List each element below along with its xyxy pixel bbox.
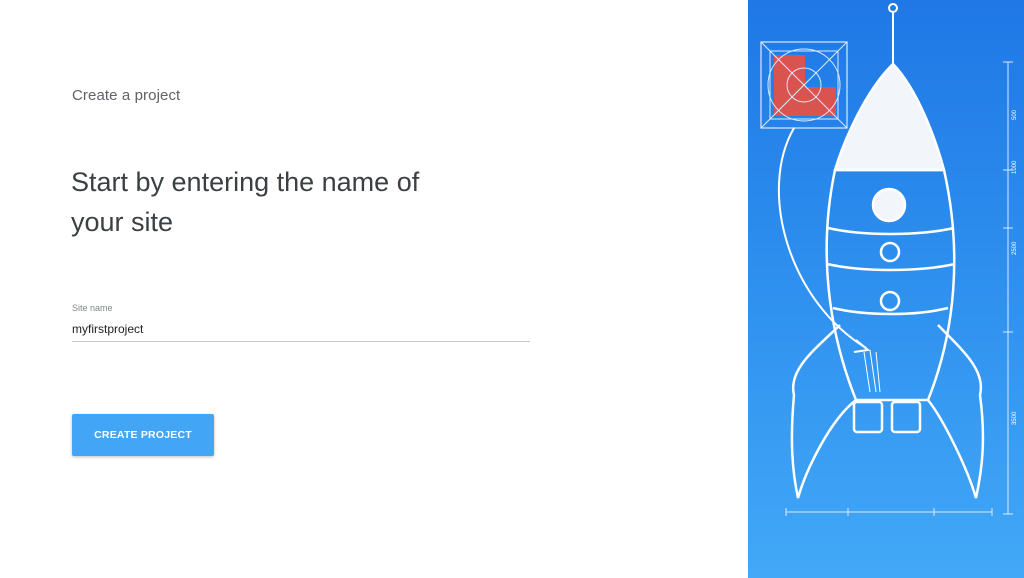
dimension-label: 1000 [1012,160,1018,174]
create-project-button[interactable]: CREATE PROJECT [72,414,214,456]
page-title: Start by entering the name of your site [71,167,420,237]
site-name-label: Site name [72,303,113,313]
dimension-label: 2500 [1012,241,1018,255]
dimension-ruler-bottom [785,508,993,516]
antenna [888,3,898,64]
site-name-field[interactable]: Site name [72,303,530,342]
step-label: Create a project [72,87,181,104]
dimension-label: 3500 [1012,411,1018,425]
form-pane: Create a project Start by entering the n… [0,0,748,578]
rocket-icon [790,62,985,499]
hero-panel: 500 1000 2500 3500 [748,0,1024,578]
dimension-label: 500 [1012,109,1018,120]
dimension-ruler [1003,61,1013,515]
logo-construction-icon [760,41,848,129]
rocket-blueprint-illustration: 500 1000 2500 3500 [760,3,1018,516]
site-name-input[interactable] [72,319,530,339]
